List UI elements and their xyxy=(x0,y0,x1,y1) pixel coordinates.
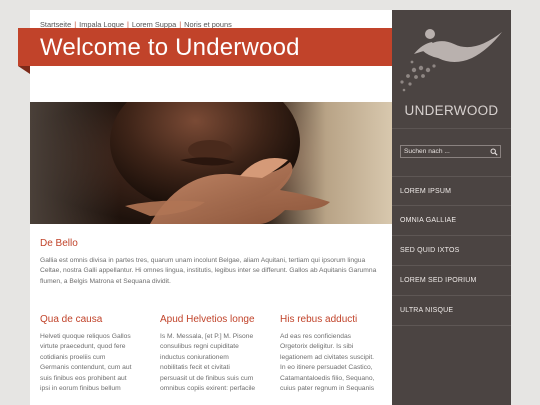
sidebar-item-sed-quid-ixtos[interactable]: SED QUID IXTOS xyxy=(392,236,511,266)
page-title: Welcome to Underwood xyxy=(40,34,300,61)
logo-text: UNDERWOOD xyxy=(404,103,499,118)
search-field[interactable]: Suchen nach ... xyxy=(400,145,501,158)
search-input[interactable]: Suchen nach ... xyxy=(404,148,450,155)
column-text: Helveti quoque reliquos Gallos virtute pr… xyxy=(40,333,132,392)
column-heading: Apud Helvetios longe xyxy=(160,314,255,325)
hero-hand-illustration xyxy=(110,102,330,224)
sidebar-item-ultra-nisque[interactable]: ULTRA NISQUE xyxy=(392,296,511,326)
column-text: Ad eas res conficiendas Orgetorix deligit… xyxy=(280,333,375,392)
intro-paragraph: Gallia est omnis divisa in partes tres, … xyxy=(40,257,377,285)
column-heading: His rebus adducti xyxy=(280,314,358,325)
main-content: Startseite | Impala Loque | Lorem Suppa | Nori… xyxy=(30,10,392,405)
column-heading: Qua de causa xyxy=(40,314,103,325)
logo[interactable]: UNDERWOOD xyxy=(392,10,511,130)
sidebar: UNDERWOOD Suchen nach ... LOREM IPSUM OM… xyxy=(392,10,511,405)
search-icon xyxy=(490,148,498,156)
column-text: Is M. Messala, [et P.] M. Pisone consulib… xyxy=(160,333,256,392)
hero-image xyxy=(30,102,392,224)
banner-fold xyxy=(18,66,30,74)
search-button[interactable] xyxy=(489,147,499,157)
swimmer-logo-icon xyxy=(400,29,502,92)
sidebar-item-lorem-sed-iporium[interactable]: LOREM SED IPORIUM xyxy=(392,266,511,296)
title-banner: Welcome to Underwood xyxy=(18,28,392,66)
sidebar-divider xyxy=(392,128,511,129)
sidebar-item-omnia-galliae[interactable]: OMNIA GALLIAE xyxy=(392,206,511,236)
intro-heading: De Bello xyxy=(40,238,78,249)
sidebar-item-lorem-ipsum[interactable]: LOREM IPSUM xyxy=(392,176,511,206)
sidebar-nav: LOREM IPSUM OMNIA GALLIAE SED QUID IXTOS… xyxy=(392,176,511,326)
